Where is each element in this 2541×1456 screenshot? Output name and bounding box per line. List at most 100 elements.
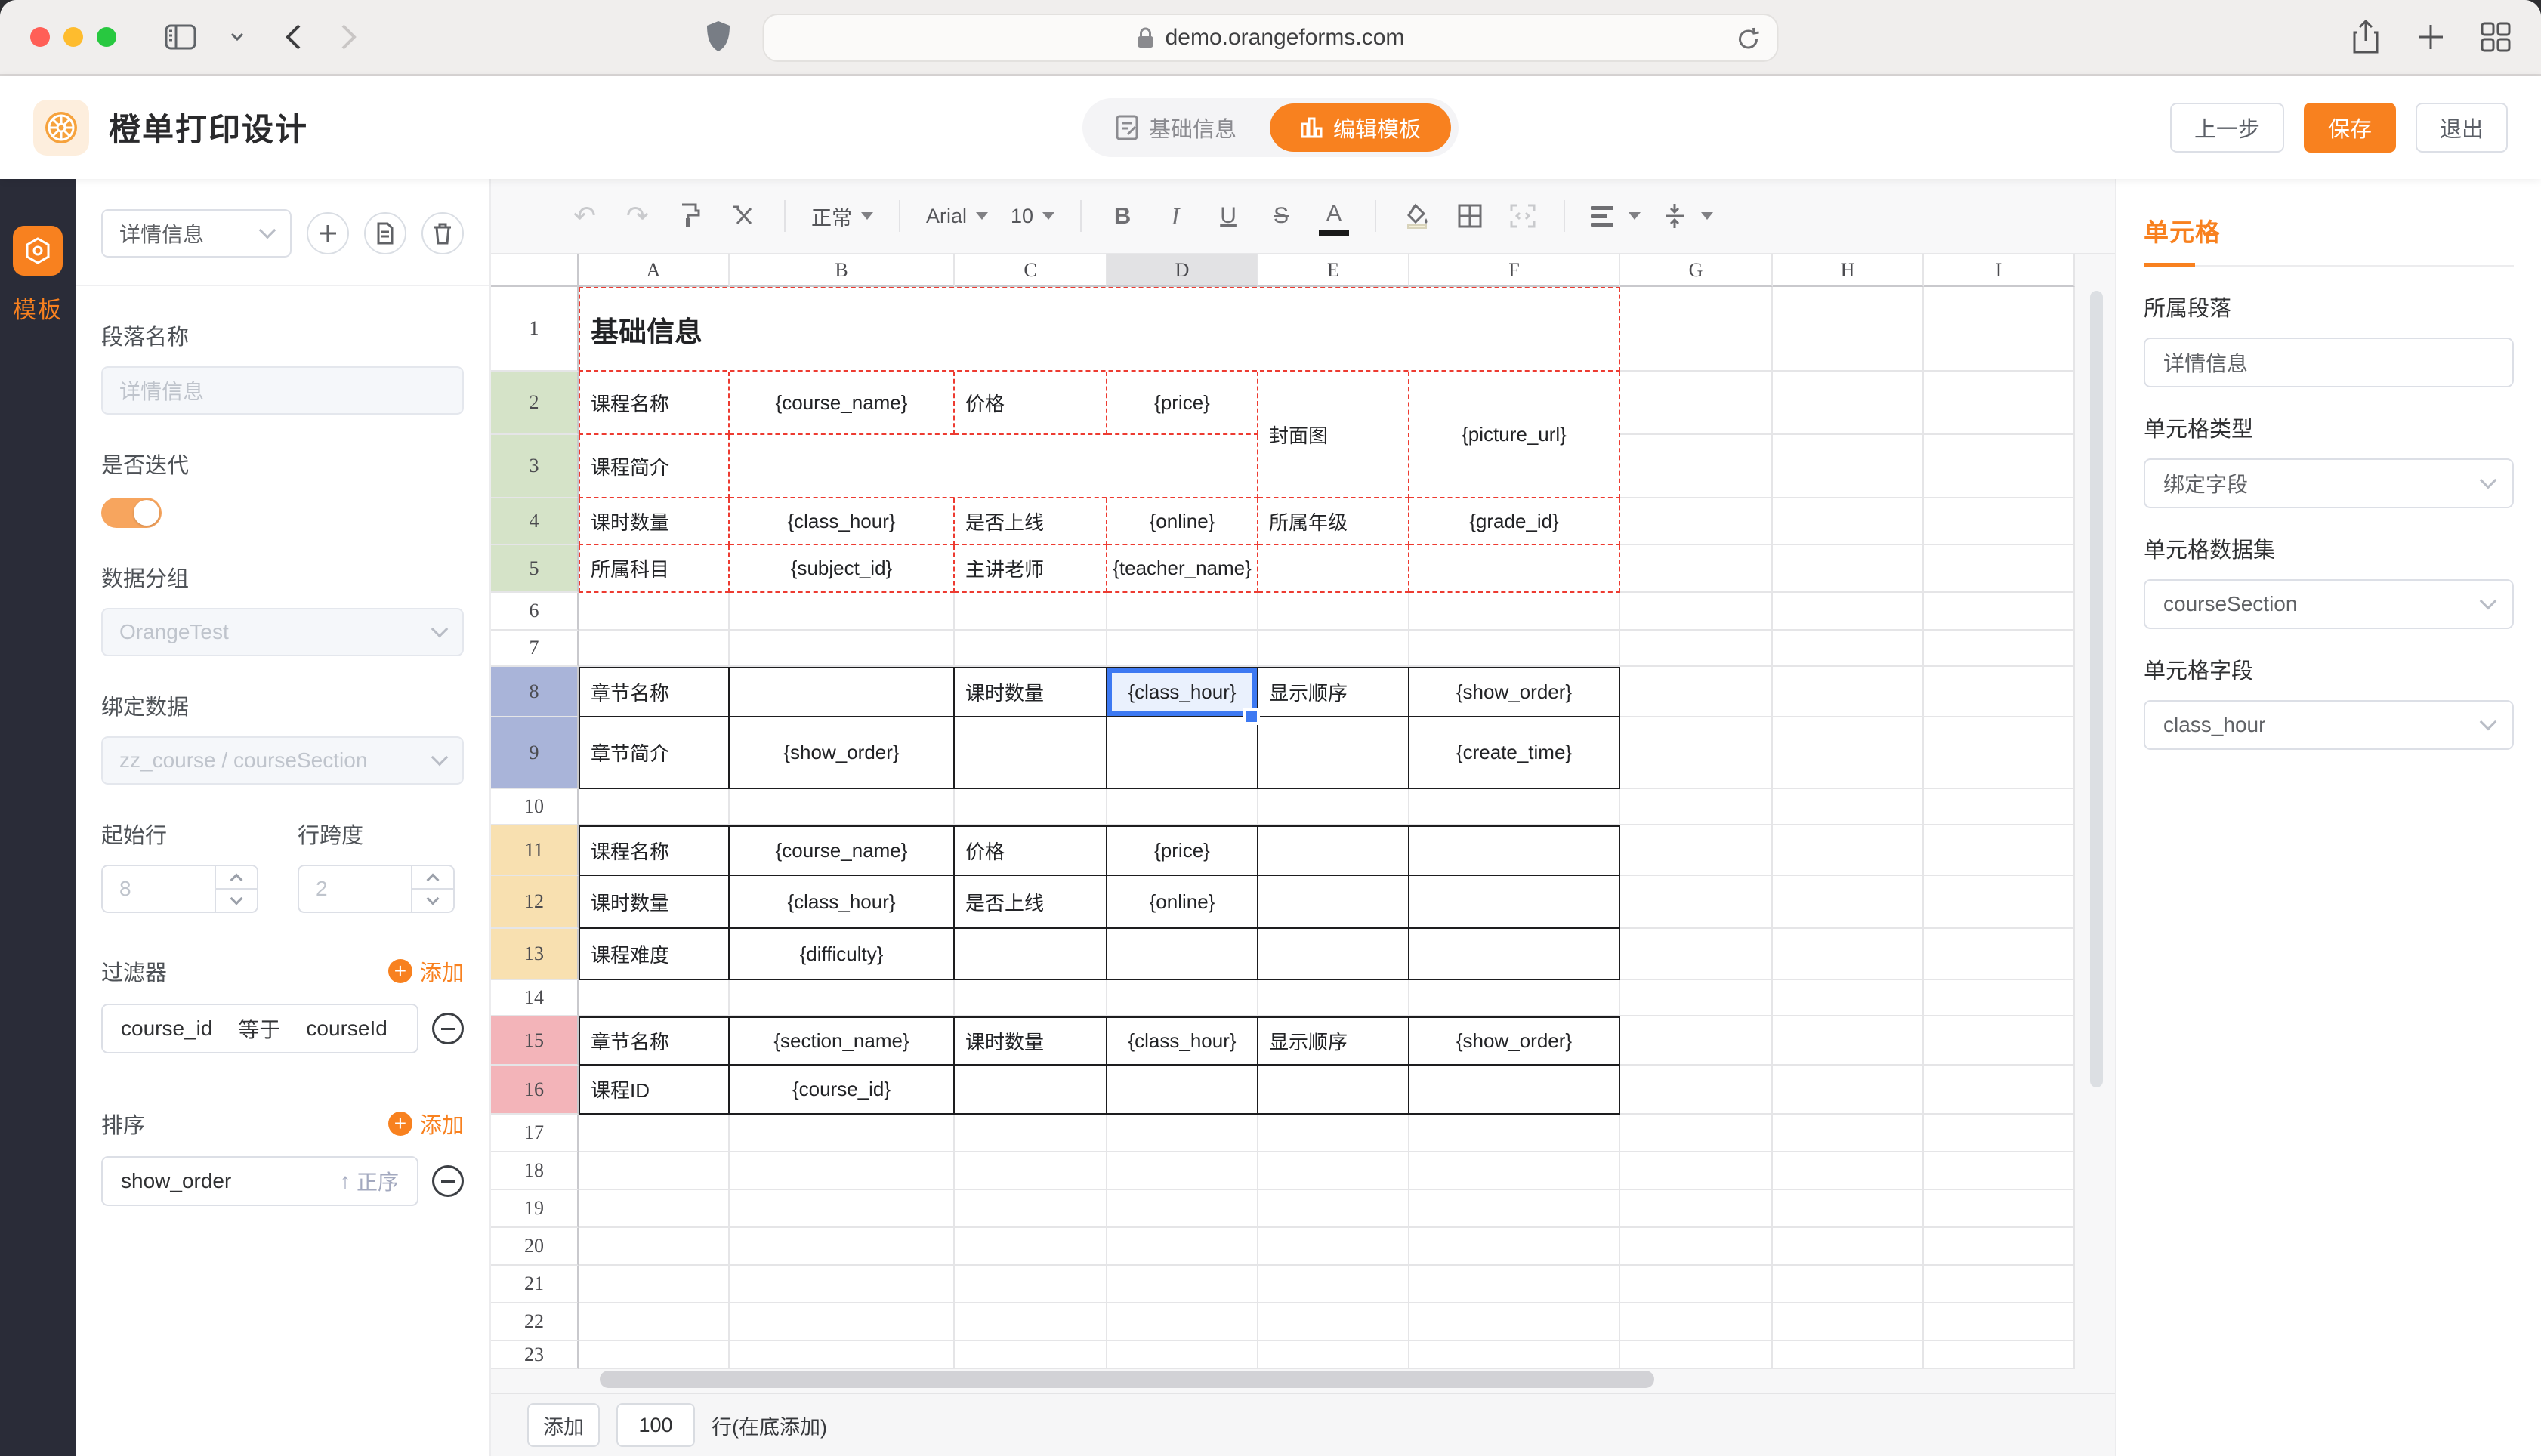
sheet-cell[interactable] bbox=[1409, 1303, 1620, 1341]
sheet-cell[interactable] bbox=[1107, 631, 1258, 667]
sheet-cell[interactable] bbox=[1107, 1190, 1258, 1228]
row-header[interactable]: 14 bbox=[491, 980, 579, 1016]
sheet-cell[interactable] bbox=[1620, 929, 1773, 980]
sheet-cell[interactable] bbox=[1773, 667, 1924, 717]
sheet-cell[interactable] bbox=[1620, 789, 1773, 825]
sheet-cell[interactable] bbox=[1107, 1115, 1258, 1152]
sheet-cell[interactable]: {course_name} bbox=[730, 372, 955, 435]
sheet-cell[interactable] bbox=[1620, 545, 1773, 593]
sheet-cell[interactable]: {show_order} bbox=[1409, 1016, 1620, 1066]
column-header[interactable]: G bbox=[1620, 254, 1773, 287]
sheet-cell[interactable] bbox=[1773, 498, 1924, 545]
sheet-cell[interactable]: {picture_url} bbox=[1409, 372, 1620, 498]
stepper-down-icon[interactable] bbox=[230, 892, 243, 905]
vertical-scrollbar[interactable] bbox=[2090, 291, 2103, 1087]
sheet-cell[interactable] bbox=[1924, 545, 2075, 593]
sheet-cell[interactable]: {online} bbox=[1107, 876, 1258, 929]
sheet-cell[interactable] bbox=[730, 980, 955, 1016]
sheet-cell[interactable] bbox=[730, 1152, 955, 1190]
sheet-cell[interactable] bbox=[1620, 980, 1773, 1016]
sheet-cell[interactable] bbox=[1620, 825, 1773, 876]
sheet-cell[interactable] bbox=[955, 593, 1107, 631]
sidebar-chevron-icon[interactable] bbox=[222, 17, 252, 57]
sheet-cell[interactable] bbox=[1773, 717, 1924, 789]
sheet-cell[interactable] bbox=[1409, 631, 1620, 667]
row-header[interactable]: 17 bbox=[491, 1115, 579, 1152]
format-painter-icon[interactable] bbox=[675, 196, 705, 236]
row-header[interactable]: 15 bbox=[491, 1016, 579, 1066]
sheet-cell[interactable]: 所属科目 bbox=[579, 545, 730, 593]
row-header[interactable]: 8 bbox=[491, 667, 579, 717]
sheet-cell[interactable] bbox=[1620, 1341, 1773, 1369]
sheet-cell[interactable] bbox=[579, 593, 730, 631]
column-header[interactable]: E bbox=[1258, 254, 1409, 287]
clear-format-icon[interactable] bbox=[728, 196, 758, 236]
row-header[interactable]: 21 bbox=[491, 1266, 579, 1303]
sheet-cell[interactable]: 显示顺序 bbox=[1258, 667, 1409, 717]
data-group-select[interactable]: OrangeTest bbox=[101, 608, 464, 656]
reload-icon[interactable] bbox=[1737, 26, 1761, 53]
sheet-cell[interactable]: 价格 bbox=[955, 825, 1107, 876]
sheet-cell[interactable]: 课时数量 bbox=[955, 667, 1107, 717]
sheet-cell[interactable] bbox=[1258, 1303, 1409, 1341]
sheet-cell[interactable] bbox=[1773, 876, 1924, 929]
sheet-cell[interactable] bbox=[1924, 498, 2075, 545]
sheet-cell[interactable] bbox=[1409, 876, 1620, 929]
row-header[interactable]: 16 bbox=[491, 1066, 579, 1115]
sheet-cell[interactable] bbox=[1258, 593, 1409, 631]
sheet-cell[interactable] bbox=[1620, 667, 1773, 717]
sheet-cell[interactable] bbox=[1924, 1115, 2075, 1152]
cell-field-select[interactable]: class_hour bbox=[2144, 700, 2514, 750]
nav-rail-label[interactable]: 模板 bbox=[13, 291, 63, 325]
sheet-cell[interactable] bbox=[1924, 593, 2075, 631]
sheet-cell[interactable] bbox=[1107, 1152, 1258, 1190]
sheet-cell[interactable] bbox=[1924, 1303, 2075, 1341]
sheet-cell[interactable]: {show_order} bbox=[730, 717, 955, 789]
sheet-cell[interactable] bbox=[1258, 545, 1409, 593]
new-tab-icon[interactable] bbox=[2416, 17, 2446, 57]
sheet-cell[interactable]: 价格 bbox=[955, 372, 1107, 435]
sheet-cell[interactable]: {class_hour} bbox=[730, 498, 955, 545]
filter-rule[interactable]: course_id等于courseId bbox=[101, 1004, 418, 1053]
sheet-cell[interactable] bbox=[1258, 717, 1409, 789]
sheet-cell[interactable] bbox=[1773, 1266, 1924, 1303]
stepper-down-icon[interactable] bbox=[427, 892, 440, 905]
row-header[interactable]: 9 bbox=[491, 717, 579, 789]
sheet-cell[interactable] bbox=[1620, 631, 1773, 667]
sheet-cell[interactable] bbox=[1773, 1228, 1924, 1266]
back-button[interactable] bbox=[278, 17, 308, 57]
sheet-cell[interactable] bbox=[955, 1266, 1107, 1303]
sheet-cell[interactable]: 课程难度 bbox=[579, 929, 730, 980]
horizontal-scrollbar[interactable] bbox=[600, 1371, 1654, 1388]
sheet-cell[interactable]: {create_time} bbox=[1409, 717, 1620, 789]
row-header[interactable]: 7 bbox=[491, 631, 579, 667]
sheet-cell[interactable]: 封面图 bbox=[1258, 372, 1409, 498]
sheet-cell[interactable] bbox=[579, 1152, 730, 1190]
sheet-cell[interactable] bbox=[955, 1228, 1107, 1266]
sheet-cell[interactable] bbox=[1773, 789, 1924, 825]
sheet-cell[interactable] bbox=[1258, 929, 1409, 980]
sheet-cell[interactable]: 课时数量 bbox=[579, 876, 730, 929]
row-header[interactable]: 20 bbox=[491, 1228, 579, 1266]
sheet-cell[interactable]: 是否上线 bbox=[955, 498, 1107, 545]
sheet-cell[interactable] bbox=[1924, 876, 2075, 929]
sheet-cell[interactable]: {section_name} bbox=[730, 1016, 955, 1066]
sheet-cell[interactable] bbox=[1773, 1016, 1924, 1066]
font-color-icon[interactable]: A bbox=[1319, 196, 1349, 236]
bold-icon[interactable]: B bbox=[1107, 196, 1138, 236]
sort-rule[interactable]: show_order ↑正序 bbox=[101, 1156, 418, 1206]
sheet-cell[interactable] bbox=[1107, 980, 1258, 1016]
sheet-cell[interactable] bbox=[1107, 1066, 1258, 1115]
sheet-cell[interactable]: {price} bbox=[1107, 825, 1258, 876]
sheet-cell[interactable] bbox=[955, 980, 1107, 1016]
sheet-cell[interactable] bbox=[1409, 789, 1620, 825]
bind-data-select[interactable]: zz_course / courseSection bbox=[101, 736, 464, 785]
prev-step-button[interactable]: 上一步 bbox=[2170, 103, 2284, 153]
sheet-cell[interactable] bbox=[1620, 1016, 1773, 1066]
sheet-cell[interactable] bbox=[1924, 1066, 2075, 1115]
sheet-cell[interactable] bbox=[730, 667, 955, 717]
row-header[interactable]: 12 bbox=[491, 876, 579, 929]
sheet-cell[interactable] bbox=[730, 1190, 955, 1228]
sheet-cell[interactable] bbox=[1258, 876, 1409, 929]
column-header[interactable]: A bbox=[579, 254, 730, 287]
